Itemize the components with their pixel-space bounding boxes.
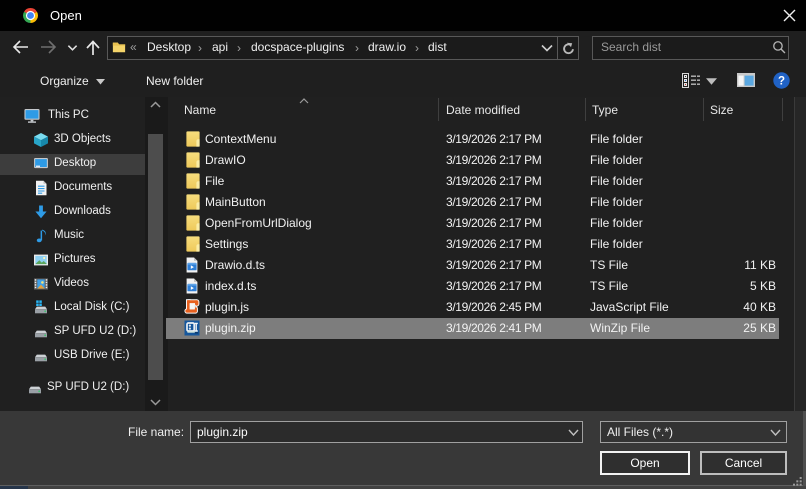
svg-text:?: ? [778,76,785,88]
